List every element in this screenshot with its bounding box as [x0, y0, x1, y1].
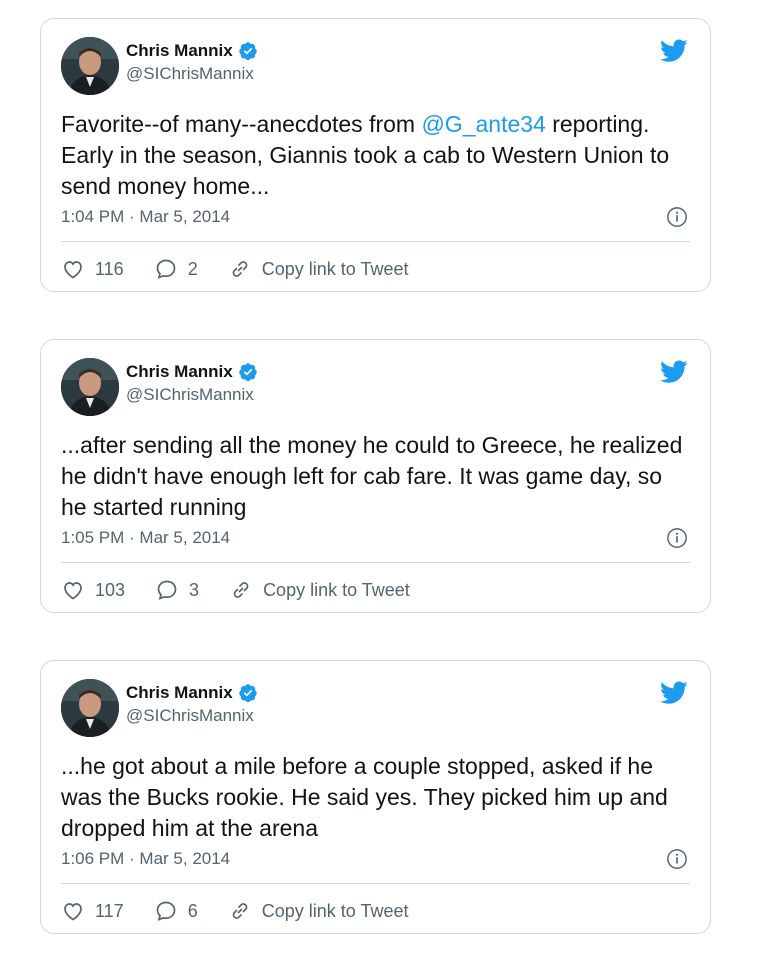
twitter-bird-icon[interactable]: [660, 681, 688, 705]
tweet-text: ...after sending all the money he could …: [61, 432, 683, 520]
tweet-actions: 116 2 Copy link to Tweet: [61, 257, 408, 281]
tweet-actions: 103 3 Copy link to Tweet: [61, 578, 410, 602]
tweet-text: Favorite--of many--anecdotes from @G_ant…: [61, 109, 691, 202]
author-name[interactable]: Chris Mannix: [126, 41, 233, 61]
link-icon: [228, 899, 252, 923]
copy-link-label: Copy link to Tweet: [261, 258, 409, 279]
tweet-actions: 117 6 Copy link to Tweet: [61, 899, 408, 923]
author-handle[interactable]: @SIChrisMannix: [126, 384, 258, 406]
verified-badge-icon: [238, 41, 258, 61]
tweet-text: ...he got about a mile before a couple s…: [61, 753, 668, 841]
author-block[interactable]: Chris Mannix @SIChrisMannix: [126, 683, 258, 727]
tweet-timestamp[interactable]: 1:04 PM · Mar 5, 2014: [61, 207, 230, 227]
divider: [61, 562, 690, 563]
reply-icon: [155, 578, 179, 602]
heart-icon: [61, 899, 85, 923]
author-block[interactable]: Chris Mannix @SIChrisMannix: [126, 41, 258, 85]
author-name[interactable]: Chris Mannix: [126, 362, 233, 382]
tweet-card[interactable]: Chris Mannix @SIChrisMannix Favorite--of…: [40, 18, 711, 292]
reply-button[interactable]: 2: [154, 257, 198, 281]
divider: [61, 241, 690, 242]
like-count: 116: [95, 258, 124, 279]
twitter-bird-icon[interactable]: [660, 360, 688, 384]
author-block[interactable]: Chris Mannix @SIChrisMannix: [126, 362, 258, 406]
author-handle[interactable]: @SIChrisMannix: [126, 705, 258, 727]
twitter-bird-icon[interactable]: [660, 39, 688, 63]
heart-icon: [61, 257, 85, 281]
author-handle[interactable]: @SIChrisMannix: [126, 63, 258, 85]
info-icon[interactable]: [666, 527, 688, 549]
like-button[interactable]: 117: [61, 899, 124, 923]
tweet-timestamp[interactable]: 1:05 PM · Mar 5, 2014: [61, 528, 230, 548]
verified-badge-icon: [238, 362, 258, 382]
reply-button[interactable]: 6: [154, 899, 198, 923]
heart-icon: [61, 578, 85, 602]
link-icon: [228, 257, 252, 281]
copy-link-button[interactable]: Copy link to Tweet: [228, 899, 409, 923]
author-name[interactable]: Chris Mannix: [126, 683, 233, 703]
info-icon[interactable]: [666, 206, 688, 228]
like-button[interactable]: 103: [61, 578, 125, 602]
tweet-timestamp[interactable]: 1:06 PM · Mar 5, 2014: [61, 849, 230, 869]
like-count: 117: [95, 900, 124, 921]
copy-link-button[interactable]: Copy link to Tweet: [229, 578, 410, 602]
tweet-card[interactable]: Chris Mannix @SIChrisMannix ...he got ab…: [40, 660, 711, 934]
reply-button[interactable]: 3: [155, 578, 199, 602]
reply-count: 3: [189, 579, 200, 600]
tweet-text-before: Favorite--of many--anecdotes from: [61, 111, 422, 137]
reply-icon: [154, 899, 178, 923]
like-button[interactable]: 116: [61, 257, 124, 281]
divider: [61, 883, 690, 884]
verified-badge-icon: [238, 683, 258, 703]
avatar[interactable]: [61, 679, 119, 737]
copy-link-button[interactable]: Copy link to Tweet: [228, 257, 409, 281]
info-icon[interactable]: [666, 848, 688, 870]
reply-count: 6: [187, 900, 198, 921]
copy-link-label: Copy link to Tweet: [261, 900, 409, 921]
reply-icon: [154, 257, 178, 281]
reply-count: 2: [187, 258, 198, 279]
copy-link-label: Copy link to Tweet: [263, 579, 410, 600]
avatar[interactable]: [61, 37, 119, 95]
like-count: 103: [95, 579, 126, 600]
tweet-card[interactable]: Chris Mannix @SIChrisMannix ...after sen…: [40, 339, 711, 613]
link-icon: [229, 578, 253, 602]
mention-link[interactable]: @G_ante34: [421, 111, 545, 137]
avatar[interactable]: [61, 358, 119, 416]
